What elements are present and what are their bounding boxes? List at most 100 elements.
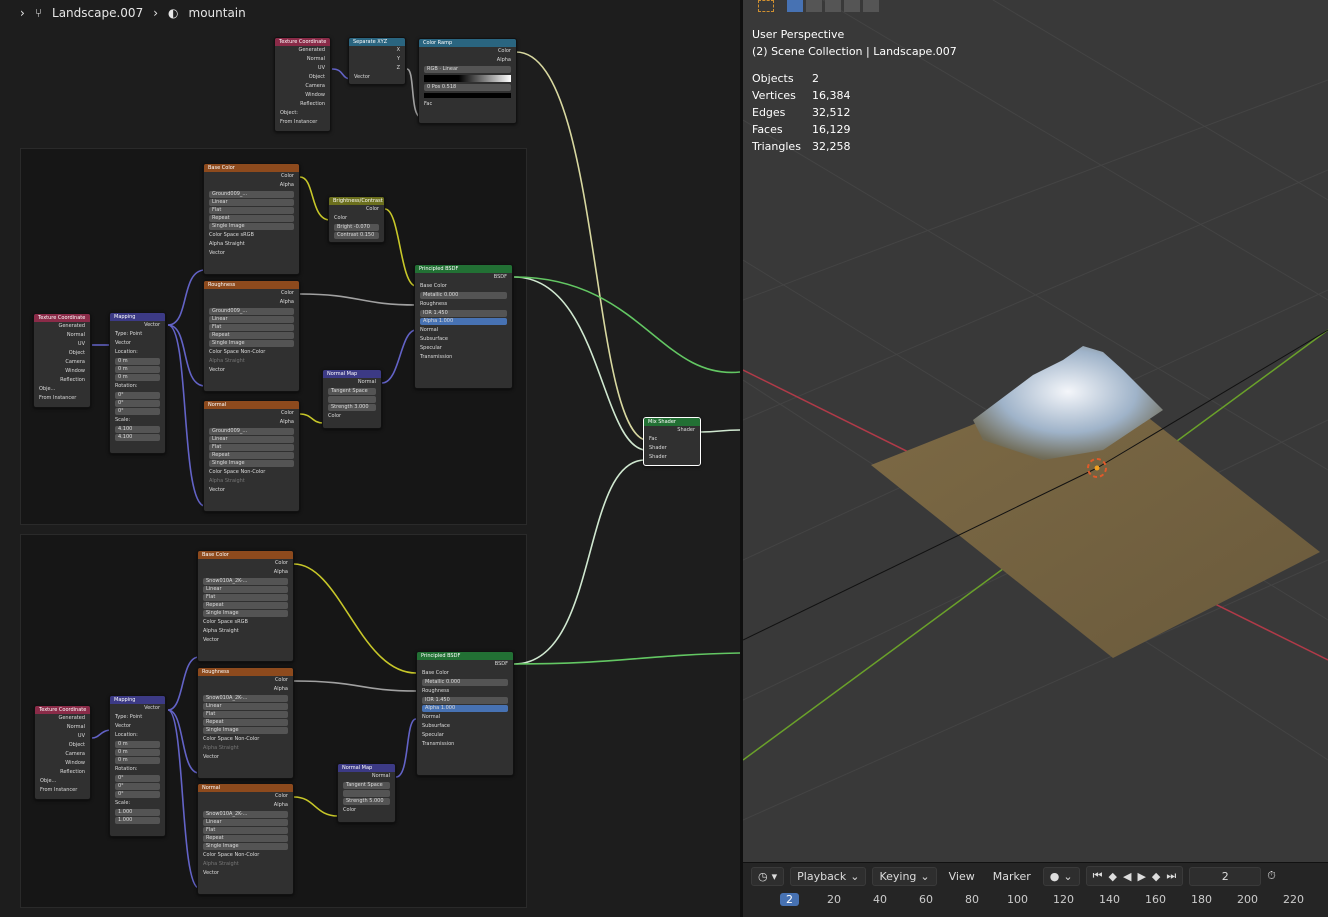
node-header[interactable]: Normal Map xyxy=(338,764,395,772)
playback-controls[interactable]: ⏮ ◆ ◀ ▶ ◆ ⏭ xyxy=(1085,866,1184,886)
node-image-base-color-snow[interactable]: Base Color Color Alpha Snow010A_2K-... L… xyxy=(197,550,294,662)
strength-field[interactable]: Strength 5.000 xyxy=(343,798,390,805)
scale-y[interactable]: 1.000 xyxy=(115,817,160,824)
node-brightness-contrast[interactable]: Brightness/Contrast Color Color Bright -… xyxy=(328,196,385,243)
image-selector[interactable]: Ground009_... xyxy=(209,191,294,198)
rot-z[interactable]: 0° xyxy=(115,791,160,798)
image-selector[interactable]: Snow010A_2K-... xyxy=(203,695,288,702)
ior-field[interactable]: IOR 1.450 xyxy=(422,697,508,704)
keying-menu[interactable]: Keying ⌄ xyxy=(872,866,937,886)
select-box-icon[interactable] xyxy=(787,0,803,12)
node-header[interactable]: Principled BSDF xyxy=(415,265,512,273)
node-color-ramp[interactable]: Color Ramp Color Alpha RGB · Linear 0 Po… xyxy=(418,38,517,124)
from-instancer-checkbox[interactable]: From Instancer xyxy=(34,394,90,403)
node-image-normal[interactable]: Normal Color Alpha Ground009_... Linear … xyxy=(203,400,300,512)
extension-select[interactable]: Repeat xyxy=(209,332,294,339)
projection-select[interactable]: Flat xyxy=(203,827,288,834)
jump-start-icon[interactable]: ⏮ xyxy=(1093,869,1103,883)
alpha-field[interactable]: Alpha 1.000 xyxy=(422,705,508,712)
rot-y[interactable]: 0° xyxy=(115,783,160,790)
rot-z[interactable]: 0° xyxy=(115,408,160,415)
source-select[interactable]: Single Image xyxy=(203,727,288,734)
metallic-field[interactable]: Metallic 0.000 xyxy=(420,292,507,299)
node-header[interactable]: Base Color xyxy=(204,164,299,172)
ramp-mode[interactable]: RGB · Linear xyxy=(424,66,511,73)
scale-x[interactable]: 4.100 xyxy=(115,426,160,433)
ramp-color-swatch[interactable] xyxy=(424,93,511,98)
select-new-icon[interactable] xyxy=(806,0,822,12)
contrast-field[interactable]: Contrast 0.150 xyxy=(334,232,379,239)
select-subtract-icon[interactable] xyxy=(844,0,860,12)
source-select[interactable]: Single Image xyxy=(209,460,294,467)
colorspace-row[interactable]: Color Space sRGB xyxy=(198,618,293,627)
scale-y[interactable]: 4.100 xyxy=(115,434,160,441)
interpolation-select[interactable]: Linear xyxy=(203,819,288,826)
timeline[interactable]: ◷ ▾ Playback ⌄ Keying ⌄ View Marker ● ⌄ ⏮ ◆ … xyxy=(743,862,1328,917)
stopwatch-icon[interactable]: ⏱ xyxy=(1267,869,1276,883)
node-header[interactable]: Texture Coordinate xyxy=(275,38,330,46)
colorspace-row[interactable]: Color Space Non-Color xyxy=(198,851,293,860)
source-select[interactable]: Single Image xyxy=(209,340,294,347)
node-header[interactable]: Separate XYZ xyxy=(349,38,405,46)
projection-select[interactable]: Flat xyxy=(209,207,294,214)
node-separate-xyz[interactable]: Separate XYZ X Y Z Vector xyxy=(348,37,406,85)
editor-type-button[interactable]: ◷ ▾ xyxy=(751,866,785,886)
node-header[interactable]: Base Color xyxy=(198,551,293,559)
image-selector[interactable]: Ground009_... xyxy=(209,308,294,315)
node-header[interactable]: Texture Coordinate xyxy=(35,706,90,714)
loc-y[interactable]: 0 m xyxy=(115,366,160,373)
node-normal-map-ground[interactable]: Normal Map Normal Tangent Space Strength… xyxy=(322,369,382,429)
breadcrumb-material[interactable]: mountain xyxy=(189,6,246,20)
source-select[interactable]: Single Image xyxy=(209,223,294,230)
panel-specular[interactable]: Specular xyxy=(415,344,512,353)
colorspace-row[interactable]: Color Space Non-Color xyxy=(204,468,299,477)
colorspace-row[interactable]: Color Space Non-Color xyxy=(198,735,293,744)
image-selector[interactable]: Snow010A_2K-... xyxy=(203,811,288,818)
image-selector[interactable]: Ground009_... xyxy=(209,428,294,435)
node-image-roughness[interactable]: Roughness Color Alpha Ground009_... Line… xyxy=(203,280,300,392)
next-keyframe-icon[interactable]: ◆ xyxy=(1152,870,1160,883)
interpolation-select[interactable]: Linear xyxy=(209,316,294,323)
jump-end-icon[interactable]: ⏭ xyxy=(1166,869,1176,883)
marker-menu[interactable]: Marker xyxy=(987,870,1037,883)
panel-subsurface[interactable]: Subsurface xyxy=(417,722,513,731)
play-icon[interactable]: ▶ xyxy=(1137,870,1145,883)
loc-x[interactable]: 0 m xyxy=(115,358,160,365)
node-texture-coordinate-snow[interactable]: Texture Coordinate Generated Normal UV O… xyxy=(34,705,91,800)
node-principled-bsdf[interactable]: Principled BSDF BSDF Base Color Metallic… xyxy=(414,264,513,389)
projection-select[interactable]: Flat xyxy=(209,324,294,331)
loc-y[interactable]: 0 m xyxy=(115,749,160,756)
source-select[interactable]: Single Image xyxy=(203,610,288,617)
scale-x[interactable]: 1.000 xyxy=(115,809,160,816)
metallic-field[interactable]: Metallic 0.000 xyxy=(422,679,508,686)
node-image-roughness-snow[interactable]: Roughness Color Alpha Snow010A_2K-... Li… xyxy=(197,667,294,779)
extension-select[interactable]: Repeat xyxy=(209,452,294,459)
type-row[interactable]: Type: Point xyxy=(110,330,165,339)
node-header[interactable]: Principled BSDF xyxy=(417,652,513,660)
image-selector[interactable]: Snow010A_2K-... xyxy=(203,578,288,585)
bright-field[interactable]: Bright -0.070 xyxy=(334,224,379,231)
play-reverse-icon[interactable]: ◀ xyxy=(1123,870,1131,883)
alpha-field[interactable]: Alpha 1.000 xyxy=(420,318,507,325)
loc-x[interactable]: 0 m xyxy=(115,741,160,748)
uv-map-field[interactable] xyxy=(343,790,390,797)
interpolation-select[interactable]: Linear xyxy=(203,703,288,710)
ior-field[interactable]: IOR 1.450 xyxy=(420,310,507,317)
source-select[interactable]: Single Image xyxy=(203,843,288,850)
node-header[interactable]: Roughness xyxy=(198,668,293,676)
extension-select[interactable]: Repeat xyxy=(209,215,294,222)
object-field-label[interactable]: Obje... xyxy=(34,385,90,394)
node-header[interactable]: Mapping xyxy=(110,313,165,321)
uv-map-field[interactable] xyxy=(328,396,376,403)
3d-viewport[interactable]: User Perspective (2) Scene Collection | … xyxy=(743,0,1328,862)
node-header[interactable]: Color Ramp xyxy=(419,39,516,47)
ramp-gradient[interactable] xyxy=(424,75,511,82)
from-instancer-checkbox[interactable]: From Instancer xyxy=(275,118,330,127)
from-instancer-checkbox[interactable]: From Instancer xyxy=(35,786,90,795)
node-image-normal-snow[interactable]: Normal Color Alpha Snow010A_2K-... Linea… xyxy=(197,783,294,895)
loc-z[interactable]: 0 m xyxy=(115,374,160,381)
node-normal-map-snow[interactable]: Normal Map Normal Tangent Space Strength… xyxy=(337,763,396,823)
node-image-base-color[interactable]: Base Color Color Alpha Ground009_... Lin… xyxy=(203,163,300,275)
colorspace-row[interactable]: Color Space Non-Color xyxy=(204,348,299,357)
node-header[interactable]: Mapping xyxy=(110,696,165,704)
